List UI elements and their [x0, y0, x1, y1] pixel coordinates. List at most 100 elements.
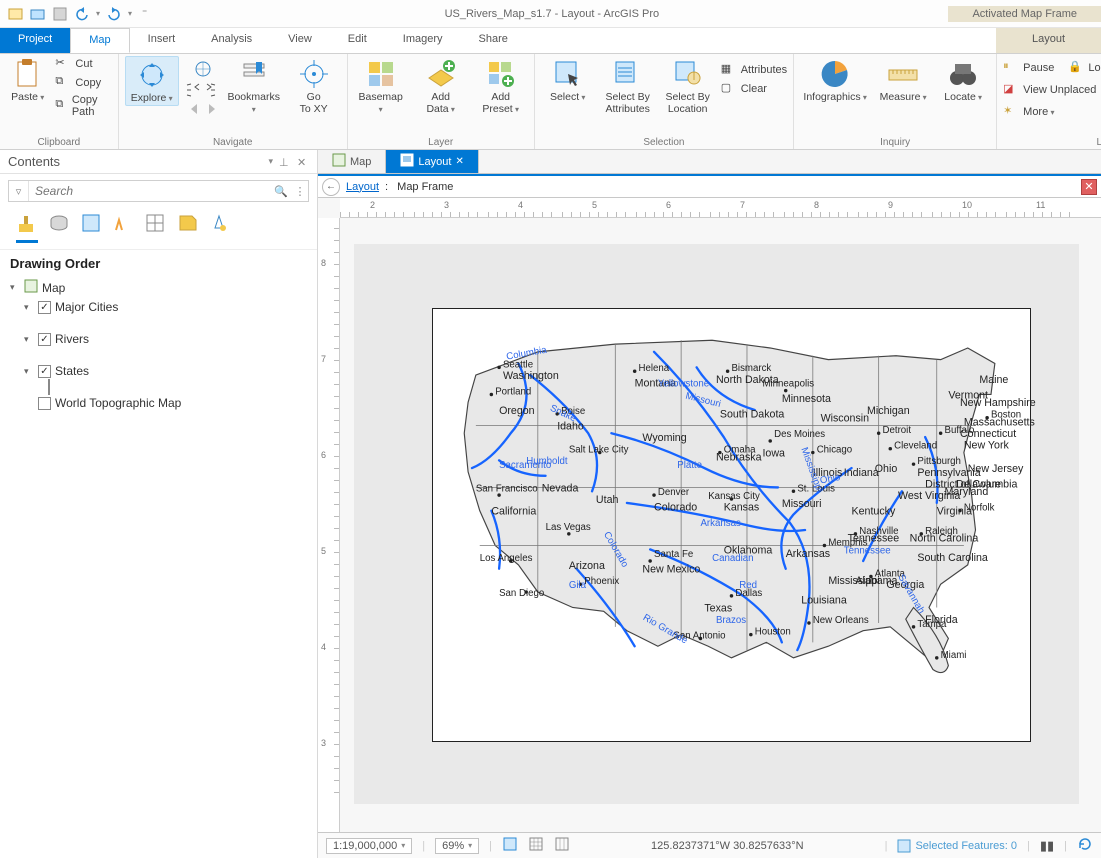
toc-layer-rivers[interactable]: ▾✓ Rivers	[10, 330, 307, 348]
svg-text:Kansas City: Kansas City	[708, 491, 760, 502]
tab-insert[interactable]: Insert	[130, 28, 194, 53]
tab-imagery[interactable]: Imagery	[385, 28, 461, 53]
save-icon[interactable]	[52, 6, 68, 22]
svg-text:Arkansas: Arkansas	[700, 518, 740, 529]
toc-root[interactable]: ▾ Map	[10, 277, 307, 298]
select-by-attributes-button[interactable]: Select By Attributes	[601, 56, 655, 115]
svg-text:Salt Lake City: Salt Lake City	[569, 445, 629, 456]
list-by-drawing-order-icon[interactable]	[16, 212, 38, 243]
prev-next-extent[interactable]	[185, 102, 221, 119]
undo-dropdown[interactable]: ▾	[96, 9, 100, 18]
toc-layer-major-cities[interactable]: ▾✓ Major Cities	[10, 298, 307, 316]
breadcrumb-layout-link[interactable]: Layout	[346, 181, 379, 193]
search-icon[interactable]: 🔍	[270, 185, 292, 198]
search-menu[interactable]: ⋮	[292, 185, 308, 198]
coordinates-readout: 125.8237371°W 30.8257633°N	[651, 840, 804, 852]
tab-share[interactable]: Share	[461, 28, 526, 53]
redo-icon[interactable]	[106, 6, 122, 22]
list-by-labeling-icon[interactable]	[176, 212, 198, 243]
refresh-icon[interactable]	[1077, 836, 1093, 855]
snapping-icon[interactable]	[502, 836, 518, 855]
clear-selection-button[interactable]: ▢Clear	[721, 81, 787, 97]
undo-icon[interactable]	[74, 6, 90, 22]
map-view-icon	[332, 153, 346, 170]
paste-button[interactable]: Paste	[6, 56, 49, 104]
redo-dropdown[interactable]: ▾	[128, 9, 132, 18]
add-data-button[interactable]: Add Data	[414, 56, 468, 115]
attributes-button[interactable]: ▦Attributes	[721, 62, 787, 78]
goto-xy-button[interactable]: Go To XY	[287, 56, 341, 115]
tab-edit[interactable]: Edit	[330, 28, 385, 53]
list-by-perceptual-icon[interactable]	[208, 212, 230, 243]
ribbon-group-inquiry: Infographics Measure Locate Inquiry	[794, 54, 997, 149]
copy-path-button[interactable]: ⧉Copy Path	[55, 94, 111, 118]
back-button[interactable]: ←	[322, 178, 340, 196]
map-frame-icon	[24, 279, 38, 296]
svg-text:Las Vegas: Las Vegas	[546, 522, 591, 533]
new-project-icon[interactable]	[8, 6, 24, 22]
toc-layer-states[interactable]: ▾✓ States	[10, 362, 307, 380]
panel-menu[interactable]: ▾	[268, 156, 273, 167]
view-unplaced-button[interactable]: ◪View Unplaced	[1003, 82, 1101, 98]
measure-button[interactable]: Measure	[876, 56, 930, 104]
window-title: US_Rivers_Map_s1.7 - Layout - ArcGIS Pro	[155, 8, 948, 20]
checkbox[interactable]: ✓	[38, 365, 51, 378]
more-labeling-button[interactable]: ✶More	[1003, 104, 1101, 120]
list-by-selection-icon[interactable]	[80, 212, 102, 243]
close-panel-icon[interactable]: ✕	[297, 156, 309, 168]
close-tab-icon[interactable]: ✕	[455, 156, 463, 167]
ribbon-group-labeling: ⏸Pause 🔒Lock ◪View Unplaced ✶More A Conv…	[997, 54, 1101, 149]
open-project-icon[interactable]	[30, 6, 46, 22]
select-button[interactable]: Select	[541, 56, 595, 104]
add-preset-button[interactable]: Add Preset	[474, 56, 528, 115]
zoom-combo[interactable]: 69%▾	[435, 838, 479, 854]
close-activation-icon[interactable]: ✕	[1081, 179, 1097, 195]
cut-button[interactable]: ✂Cut	[55, 56, 111, 72]
qat-customize[interactable]: ⁼	[142, 8, 147, 19]
layout-canvas[interactable]: 234567891011 876543	[318, 198, 1101, 832]
full-extent-button[interactable]	[194, 60, 212, 81]
filter-icon[interactable]: ▿	[9, 181, 29, 201]
list-by-snapping-icon[interactable]	[144, 212, 166, 243]
tab-layout-contextual[interactable]: Layout	[996, 28, 1101, 53]
select-by-location-button[interactable]: Select By Location	[661, 56, 715, 115]
svg-text:Minnesota: Minnesota	[782, 393, 831, 405]
basemap-button[interactable]: Basemap	[354, 56, 408, 115]
list-by-editing-icon[interactable]	[112, 212, 134, 243]
view-tab-map[interactable]: Map	[318, 150, 386, 173]
svg-text:Virginia: Virginia	[937, 506, 972, 518]
locate-button[interactable]: Locate	[936, 56, 990, 104]
search-input[interactable]	[29, 181, 270, 201]
map-frame[interactable]: Seattle Portland San Francisco Los Angel…	[432, 308, 1031, 742]
bookmarks-button[interactable]: Bookmarks	[227, 56, 281, 115]
checkbox[interactable]: ✓	[38, 301, 51, 314]
pause-drawing-icon[interactable]: ▮▮	[1040, 838, 1054, 854]
view-tab-layout[interactable]: Layout ✕	[386, 150, 478, 173]
pin-icon[interactable]: ⊥	[279, 156, 291, 168]
selected-features-readout[interactable]: Selected Features: 0	[897, 839, 1017, 853]
svg-text:Des Moines: Des Moines	[774, 429, 825, 440]
scale-combo[interactable]: 1:19,000,000▾	[326, 838, 412, 854]
infographics-button[interactable]: Infographics	[800, 56, 870, 104]
svg-text:Chicago: Chicago	[817, 445, 853, 456]
dynamic-constraints-icon[interactable]	[554, 836, 570, 855]
checkbox[interactable]	[38, 397, 51, 410]
lock-labeling-button[interactable]: 🔒Lock	[1068, 60, 1101, 76]
svg-text:Los Angeles: Los Angeles	[480, 553, 533, 564]
tab-view[interactable]: View	[270, 28, 330, 53]
svg-text:Phoenix: Phoenix	[584, 576, 619, 587]
copy-button[interactable]: ⧉Copy	[55, 75, 111, 91]
activation-breadcrumb: ← Layout : Map Frame ✕	[318, 174, 1101, 198]
svg-text:Colorado: Colorado	[654, 502, 697, 514]
tab-analysis[interactable]: Analysis	[193, 28, 270, 53]
pause-labeling-button[interactable]: ⏸Pause	[1003, 60, 1054, 76]
fixed-zoom-buttons[interactable]	[185, 83, 221, 100]
checkbox[interactable]: ✓	[38, 333, 51, 346]
tab-project[interactable]: Project	[0, 28, 70, 53]
tab-map[interactable]: Map	[70, 28, 129, 53]
grid-icon[interactable]	[528, 836, 544, 855]
list-by-source-icon[interactable]	[48, 212, 70, 243]
svg-text:Nevada: Nevada	[542, 482, 579, 494]
toc-layer-basemap[interactable]: ▾ World Topographic Map	[10, 394, 307, 412]
explore-button[interactable]: Explore	[125, 56, 179, 106]
